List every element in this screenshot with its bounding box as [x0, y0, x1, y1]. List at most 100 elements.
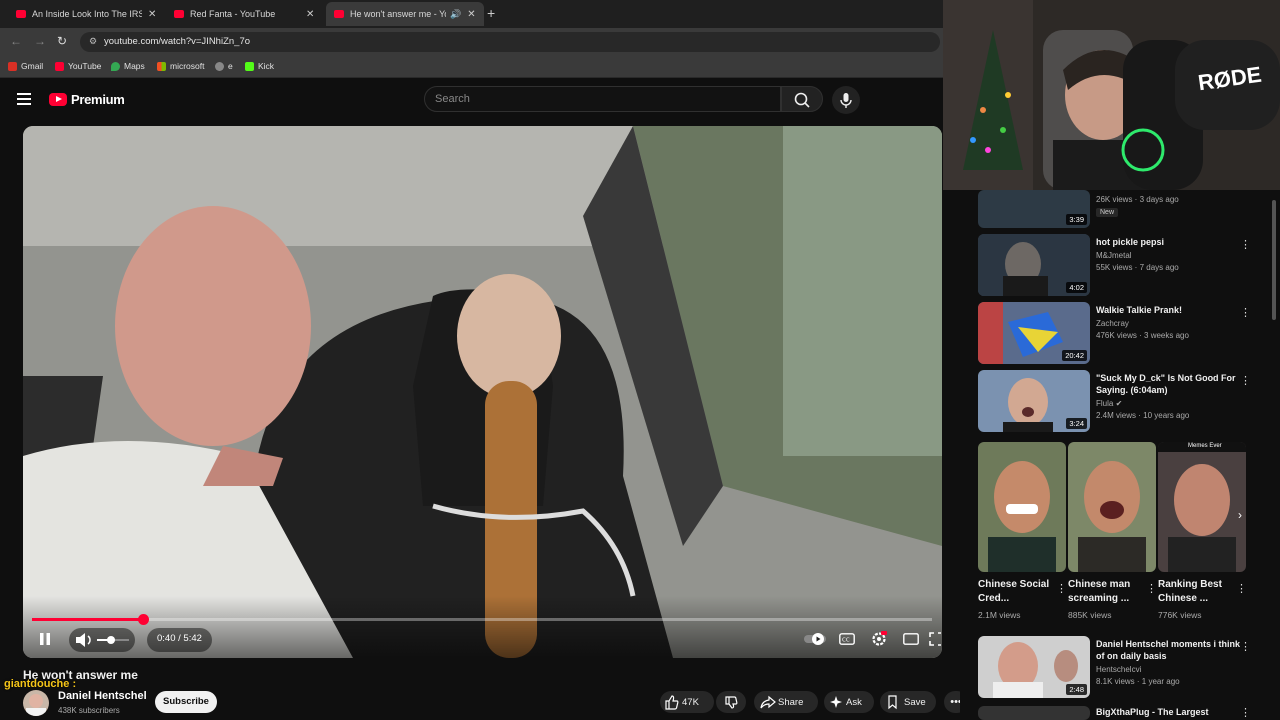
- more-options-icon[interactable]: ⋮: [1240, 306, 1251, 319]
- url-text: youtube.com/watch?v=JINhiZn_7o: [104, 36, 251, 47]
- short-thumbnail[interactable]: Memes Ever: [1158, 442, 1246, 572]
- theater-mode-button[interactable]: [899, 628, 923, 650]
- maps-icon: [111, 61, 120, 71]
- youtube-favicon-icon: [16, 10, 26, 18]
- browser-tab[interactable]: Red Fanta - YouTube ✕: [166, 2, 322, 26]
- gmail-icon: [8, 61, 17, 71]
- bookmark-gmail[interactable]: Gmail: [8, 61, 43, 71]
- share-button[interactable]: Share: [754, 691, 818, 713]
- short-thumbnail[interactable]: [978, 442, 1066, 572]
- theater-mode-icon: [903, 633, 919, 645]
- short-item[interactable]: Chinese man screaming ... ⋮ 885K views: [1068, 442, 1157, 620]
- new-tab-button[interactable]: +: [487, 5, 495, 21]
- hamburger-menu-icon[interactable]: [17, 93, 31, 105]
- site-info-icon[interactable]: ⚙: [89, 36, 97, 47]
- like-button[interactable]: 47K: [660, 691, 714, 713]
- voice-search-button[interactable]: [832, 86, 860, 114]
- pause-icon: [40, 633, 50, 645]
- ask-label: Ask: [846, 696, 862, 708]
- view-count: 8.1K views · 1 year ago: [1096, 677, 1180, 686]
- view-count: 26K views · 3 days ago: [1096, 195, 1179, 204]
- recommendations-panel: 3:39 26K views · 3 days ago New 4:02 hot…: [960, 190, 1280, 720]
- video-thumbnail[interactable]: 3:24: [978, 370, 1090, 432]
- short-views: 885K views: [1068, 610, 1112, 620]
- short-item[interactable]: Chinese Social Cred... ⋮ 2.1M views: [978, 442, 1067, 620]
- dislike-button[interactable]: [716, 691, 746, 713]
- volume-control[interactable]: [69, 628, 135, 652]
- pause-button[interactable]: [33, 628, 57, 650]
- bookmark-microsoft[interactable]: microsoft: [157, 61, 204, 71]
- channel-name: Zachcray: [1096, 319, 1129, 328]
- tab-title: He won't answer me - YouT: [350, 9, 446, 19]
- scrollbar[interactable]: [1272, 200, 1276, 320]
- youtube-premium-logo[interactable]: Premium: [49, 92, 125, 107]
- more-options-icon[interactable]: ⋮: [1240, 706, 1251, 719]
- new-badge: New: [1096, 208, 1119, 217]
- bookmark-icon: [888, 695, 897, 710]
- logo-text: Premium: [71, 92, 125, 107]
- tab-title: An Inside Look Into The IRS's C: [32, 9, 142, 19]
- subscribe-button[interactable]: Subscribe: [155, 691, 217, 713]
- bookmark-label: microsoft: [170, 61, 205, 71]
- back-icon[interactable]: ←: [10, 34, 22, 48]
- fullscreen-icon: [929, 632, 941, 646]
- scrubber-handle[interactable]: [137, 614, 149, 625]
- short-title: Chinese man screaming ...: [1068, 579, 1131, 604]
- progress-fill: [32, 618, 143, 621]
- search-input[interactable]: Search: [424, 86, 781, 112]
- duration-badge: 3:39: [1066, 214, 1087, 225]
- speaker-icon[interactable]: 🔊: [450, 9, 461, 20]
- channel-avatar[interactable]: [23, 690, 49, 716]
- duration-badge: 20:42: [1062, 350, 1087, 361]
- browser-tab[interactable]: An Inside Look Into The IRS's C ✕: [8, 2, 164, 26]
- bookmark-youtube[interactable]: YouTube: [55, 61, 101, 71]
- bookmark-e[interactable]: e: [215, 61, 233, 71]
- video-thumbnail[interactable]: 2:48: [978, 636, 1090, 698]
- channel-name: Flula: [1096, 399, 1114, 408]
- more-options-icon[interactable]: ⋮: [1240, 238, 1251, 251]
- more-options-icon[interactable]: ⋮: [1146, 582, 1157, 595]
- more-options-icon[interactable]: ⋮: [1240, 640, 1251, 653]
- more-options-icon[interactable]: ⋮: [1240, 374, 1251, 387]
- short-item[interactable]: Memes Ever Ranking Best Chinese ... ⋮ 77…: [1158, 442, 1247, 620]
- video-thumbnail[interactable]: 3:39: [978, 190, 1090, 228]
- captions-button[interactable]: CC: [835, 628, 859, 650]
- forward-icon[interactable]: →: [34, 34, 46, 48]
- microsoft-icon: [157, 61, 166, 71]
- bookmark-maps[interactable]: Maps: [111, 61, 145, 71]
- autoplay-toggle[interactable]: [803, 628, 829, 650]
- bookmark-kick[interactable]: Kick: [245, 61, 274, 71]
- progress-bar[interactable]: [32, 614, 932, 625]
- more-options-icon[interactable]: ⋮: [1056, 582, 1067, 595]
- thumbs-up-icon: [665, 695, 679, 710]
- video-thumbnail[interactable]: 20:42: [978, 302, 1090, 364]
- settings-button[interactable]: [867, 628, 891, 650]
- close-tab-icon[interactable]: ✕: [306, 9, 314, 20]
- player-controls: 0:40 / 5:42 CC: [23, 596, 942, 658]
- duration-badge: 4:02: [1066, 282, 1087, 293]
- channel-name[interactable]: Daniel Hentschel: [58, 690, 147, 702]
- video-frame: [23, 126, 942, 658]
- video-thumbnail[interactable]: [978, 706, 1090, 720]
- gear-icon: [872, 631, 887, 646]
- microphone-icon: [840, 93, 852, 108]
- url-field[interactable]: ⚙ youtube.com/watch?v=JINhiZn_7o: [80, 32, 940, 52]
- more-options-icon[interactable]: ⋮: [1236, 582, 1247, 595]
- view-count: 476K views · 3 weeks ago: [1096, 331, 1189, 340]
- close-tab-icon[interactable]: ✕: [467, 9, 475, 20]
- short-thumbnail[interactable]: [1068, 442, 1156, 572]
- browser-tab-active[interactable]: He won't answer me - YouT 🔊 ✕: [326, 2, 484, 26]
- video-thumbnail[interactable]: 4:02: [978, 234, 1090, 296]
- ask-button[interactable]: Ask: [824, 691, 874, 713]
- save-button[interactable]: Save: [880, 691, 936, 713]
- close-tab-icon[interactable]: ✕: [148, 9, 156, 20]
- search-button[interactable]: [781, 86, 823, 112]
- view-count: 55K views · 7 days ago: [1096, 263, 1179, 272]
- streamer-webcam: RØDE: [943, 0, 1280, 190]
- fullscreen-button[interactable]: [929, 628, 941, 650]
- shorts-next-arrow-icon[interactable]: ›: [1238, 508, 1250, 522]
- reload-icon[interactable]: ↻: [57, 34, 67, 48]
- svg-text:CC: CC: [842, 638, 850, 644]
- video-player[interactable]: 0:40 / 5:42 CC: [23, 126, 942, 658]
- recommended-title: Daniel Hentschel moments i think of on d…: [1096, 639, 1241, 661]
